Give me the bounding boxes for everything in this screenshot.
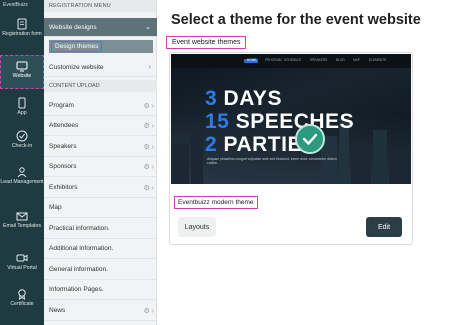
rail-label: Lead Management: [0, 179, 44, 185]
preview-nav-item: ELEMENTS: [369, 58, 387, 62]
menu-item-label: Additional information.: [49, 245, 114, 252]
rail-label: Website: [12, 73, 32, 79]
rail-item-lead-management[interactable]: Lead Management: [0, 166, 44, 200]
gear-icon[interactable]: ⚙ ›: [143, 122, 154, 130]
menu-item-website-designs[interactable]: Website designs ⌄: [44, 18, 157, 37]
rail-item-certificate[interactable]: Certificate: [0, 288, 44, 316]
content-upload-header: CONTENT UPLOAD: [44, 80, 157, 92]
menu-item-speakers[interactable]: Speakers ⚙ ›: [44, 137, 157, 157]
rail-item-registration-form[interactable]: Registration form: [0, 18, 44, 52]
menu-item-attendees[interactable]: Attendees ⚙ ›: [44, 116, 157, 136]
menu-item-program[interactable]: Program ⚙ ›: [44, 96, 157, 116]
page-title: Select a theme for the event website: [171, 12, 421, 28]
menu-item-label: Design themes: [51, 41, 103, 52]
rail-item-virtual-portal[interactable]: Virtual Portal: [0, 252, 44, 278]
menu-item-label: Practical information.: [49, 225, 110, 232]
virtual-portal-icon: [16, 254, 28, 262]
preview-headline-line-2: 15 SPEECHES: [205, 110, 355, 133]
chevron-right-icon: ›: [148, 63, 151, 71]
edit-button[interactable]: Edit: [366, 217, 402, 237]
selected-check-icon: [295, 124, 325, 154]
rail-label: Email Templates: [3, 223, 41, 229]
rail-item-email-templates[interactable]: Email Templates: [0, 210, 44, 244]
menu-item-label: Speakers: [49, 143, 77, 150]
rail-label: Virtual Portal: [7, 265, 37, 271]
gear-icon[interactable]: ⚙ ›: [143, 163, 154, 171]
menu-item-additional-information[interactable]: Additional information.: [44, 239, 157, 259]
menu-item-customize-website[interactable]: Customize website ›: [44, 58, 157, 77]
preview-nav-item: SCHEDULE: [284, 58, 302, 62]
preview-nav-item: MAP: [353, 58, 360, 62]
menu-item-practical-information[interactable]: Practical information.: [44, 219, 157, 239]
menu-item-label: Sponsors: [49, 163, 77, 170]
submenu-item-design-themes[interactable]: Design themes: [49, 40, 153, 53]
gear-icon[interactable]: ⚙ ›: [143, 143, 154, 151]
preview-navbar: HOME PROGRAM SCHEDULE SPEAKERS BLOG MAP …: [171, 54, 411, 68]
check-in-icon: [16, 130, 28, 142]
lead-management-icon: [17, 167, 27, 178]
theme-name: Eventbuizz modern theme: [174, 196, 258, 209]
chevron-down-icon: ⌄: [145, 24, 151, 31]
rail-label: App: [17, 110, 27, 116]
rail-label: Check-in: [11, 143, 33, 149]
rail-item-app[interactable]: App: [0, 97, 44, 123]
theme-preview-image[interactable]: HOME PROGRAM SCHEDULE SPEAKERS BLOG MAP …: [171, 54, 411, 184]
menu-item-information-pages[interactable]: Information Pages.: [44, 280, 157, 300]
website-menu: REGISTRATION MENU Website designs ⌄ Desi…: [44, 0, 157, 325]
preview-headline-line-1: 3 DAYS: [205, 87, 282, 110]
layouts-button[interactable]: Layouts: [178, 217, 216, 237]
rail-label: Certificate: [10, 301, 34, 307]
menu-item-label: Program: [49, 102, 74, 109]
preview-nav-item: BLOG: [336, 58, 345, 62]
main-content: Select a theme for the event website Eve…: [157, 0, 474, 325]
menu-item-label: Customize website: [49, 63, 104, 71]
theme-card[interactable]: HOME PROGRAM SCHEDULE SPEAKERS BLOG MAP …: [169, 52, 413, 245]
section-label: Event website themes: [166, 36, 247, 49]
menu-item-label: Map: [49, 204, 62, 211]
rail-item-check-in[interactable]: Check-in: [0, 130, 44, 156]
menu-item-label: News: [49, 307, 66, 314]
menu-item-label: Website designs: [49, 23, 97, 31]
preview-blurb: Aliquam phasellus congue vulputate ante …: [207, 157, 338, 166]
menu-item-general-information[interactable]: General information.: [44, 260, 157, 280]
app-icon: [18, 97, 26, 109]
menu-item-label: Information Pages.: [49, 286, 104, 293]
preview-nav-item: PROGRAM: [265, 58, 282, 62]
menu-item-exhibitors[interactable]: Exhibitors ⚙ ›: [44, 178, 157, 198]
registration-icon: [17, 18, 27, 30]
rail-item-website[interactable]: Website: [0, 55, 44, 89]
website-icon: [16, 61, 28, 72]
email-templates-icon: [16, 212, 28, 221]
gear-icon[interactable]: ⚙ ›: [143, 307, 154, 315]
menu-item-label: Attendees: [49, 122, 79, 129]
certificate-icon: [18, 289, 26, 300]
menu-item-news[interactable]: News ⚙ ›: [44, 301, 157, 321]
menu-item-label: Exhibitors: [49, 184, 78, 191]
brand-logo: EventBuizz: [3, 2, 29, 8]
menu-item-map[interactable]: Map: [44, 198, 157, 218]
gear-icon[interactable]: ⚙ ›: [143, 184, 154, 192]
menu-item-label: General information.: [49, 266, 108, 273]
registration-menu-header: REGISTRATION MENU: [44, 0, 156, 12]
menu-item-sponsors[interactable]: Sponsors ⚙ ›: [44, 157, 157, 177]
gear-icon[interactable]: ⚙ ›: [143, 102, 154, 110]
preview-nav-item: SPEAKERS: [310, 58, 328, 62]
preview-nav-item: HOME: [247, 58, 257, 62]
left-nav-rail: EventBuizz Registration form Website App…: [0, 0, 44, 325]
rail-label: Registration form: [2, 31, 42, 37]
